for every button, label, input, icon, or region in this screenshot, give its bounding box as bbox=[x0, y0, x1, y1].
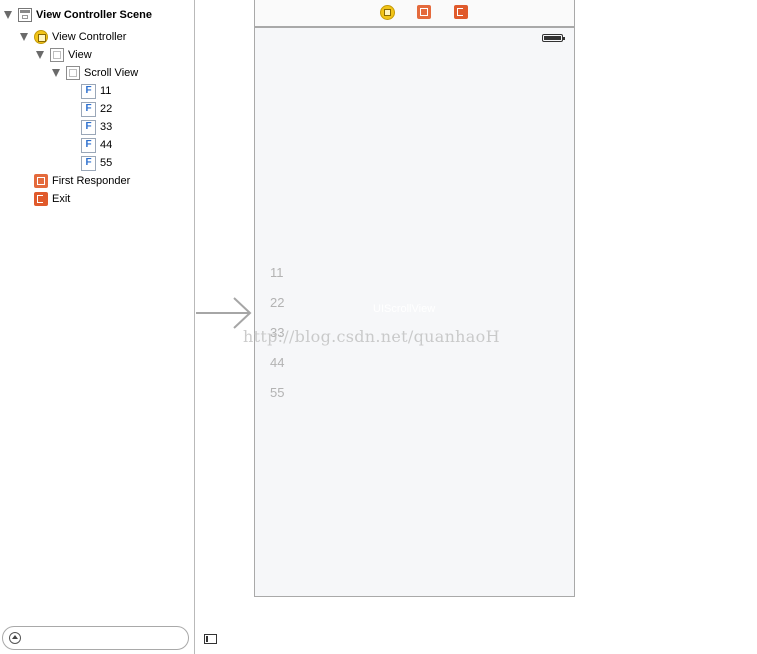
scroll-view-placeholder-label: UIScrollView bbox=[373, 303, 436, 315]
exit-label: Exit bbox=[52, 193, 71, 205]
disclosure-triangle-icon[interactable] bbox=[4, 11, 12, 19]
scene-label: View Controller Scene bbox=[36, 9, 152, 21]
first-responder-icon bbox=[34, 174, 48, 188]
filter-icon[interactable] bbox=[9, 632, 21, 644]
view-controller-icon[interactable] bbox=[380, 5, 395, 20]
outline-row-view[interactable]: View bbox=[36, 46, 92, 64]
view-label: View bbox=[68, 49, 92, 61]
watermark: http://blog.csdn.net/quanhaoH bbox=[243, 327, 500, 346]
field-label: 33 bbox=[100, 121, 113, 133]
outline-filter-field[interactable] bbox=[2, 626, 189, 650]
outline-row-field[interactable]: F 33 bbox=[81, 118, 112, 136]
disclosure-triangle-icon[interactable] bbox=[52, 69, 60, 77]
field-label: 55 bbox=[100, 157, 113, 169]
text-field[interactable]: 22 bbox=[270, 295, 284, 310]
scroll-view-label: Scroll View bbox=[84, 67, 139, 79]
text-field-icon: F bbox=[81, 101, 96, 117]
field-label: 44 bbox=[100, 139, 113, 151]
outline-row-field[interactable]: F 22 bbox=[81, 100, 112, 118]
text-field-icon: F bbox=[81, 83, 96, 99]
exit-icon[interactable] bbox=[454, 5, 468, 19]
view-controller-label: View Controller bbox=[52, 31, 127, 43]
text-field[interactable]: 55 bbox=[270, 385, 284, 400]
outline-row-view-controller[interactable]: View Controller bbox=[20, 28, 126, 46]
text-field[interactable]: 44 bbox=[270, 355, 284, 370]
disclosure-triangle-icon[interactable] bbox=[20, 33, 28, 41]
field-label: 11 bbox=[100, 85, 112, 97]
outline-row-scroll-view[interactable]: Scroll View bbox=[52, 64, 138, 82]
text-field-icon: F bbox=[81, 137, 96, 153]
view-icon bbox=[50, 48, 64, 62]
text-field-icon: F bbox=[81, 119, 96, 135]
outline-row-field[interactable]: F 44 bbox=[81, 136, 112, 154]
battery-icon bbox=[542, 34, 565, 42]
document-outline: View Controller Scene View Controller Vi… bbox=[0, 0, 195, 654]
arrow-right-icon bbox=[196, 297, 252, 329]
exit-icon bbox=[34, 192, 48, 206]
outline-row-field[interactable]: F 11 bbox=[81, 82, 111, 100]
outline-row-field[interactable]: F 55 bbox=[81, 154, 112, 172]
device-frame[interactable]: 11 22 33 44 55 UIScrollView bbox=[254, 27, 575, 597]
first-responder-icon[interactable] bbox=[417, 5, 431, 19]
view-controller-icon bbox=[34, 30, 48, 44]
scroll-view-icon bbox=[66, 66, 80, 80]
outline-row-exit[interactable]: Exit bbox=[34, 190, 70, 208]
disclosure-triangle-icon[interactable] bbox=[36, 51, 44, 59]
outline-row-scene[interactable]: View Controller Scene bbox=[4, 6, 152, 24]
text-field-icon: F bbox=[81, 155, 96, 171]
text-field[interactable]: 11 bbox=[270, 265, 284, 280]
field-label: 22 bbox=[100, 103, 113, 115]
scene-icon bbox=[18, 8, 32, 22]
scene-dock bbox=[254, 0, 575, 27]
outline-row-first-responder[interactable]: First Responder bbox=[34, 172, 130, 190]
sidebar-toggle-icon[interactable] bbox=[204, 634, 217, 644]
first-responder-label: First Responder bbox=[52, 175, 131, 187]
